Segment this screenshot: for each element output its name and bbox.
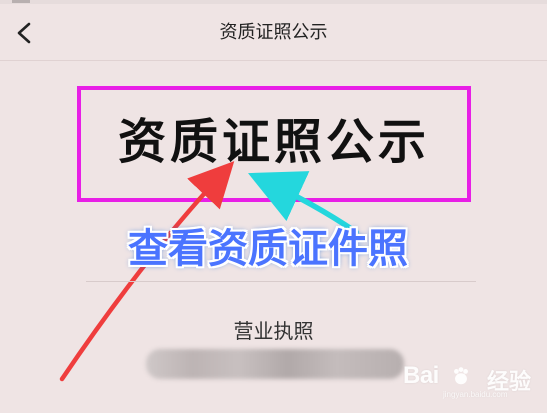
blurred-license-text: [146, 349, 404, 379]
content-divider: [86, 281, 476, 282]
watermark-url: jingyan.baidu.com: [443, 390, 508, 399]
watermark-brand: Bai: [403, 362, 439, 389]
annotation-caption: 查看资质证件照: [128, 226, 408, 272]
section-title: 营业执照: [233, 319, 314, 343]
baidu-paw-icon: [454, 367, 468, 385]
watermark: Bai 经验 jingyan.baidu.com: [403, 362, 543, 399]
